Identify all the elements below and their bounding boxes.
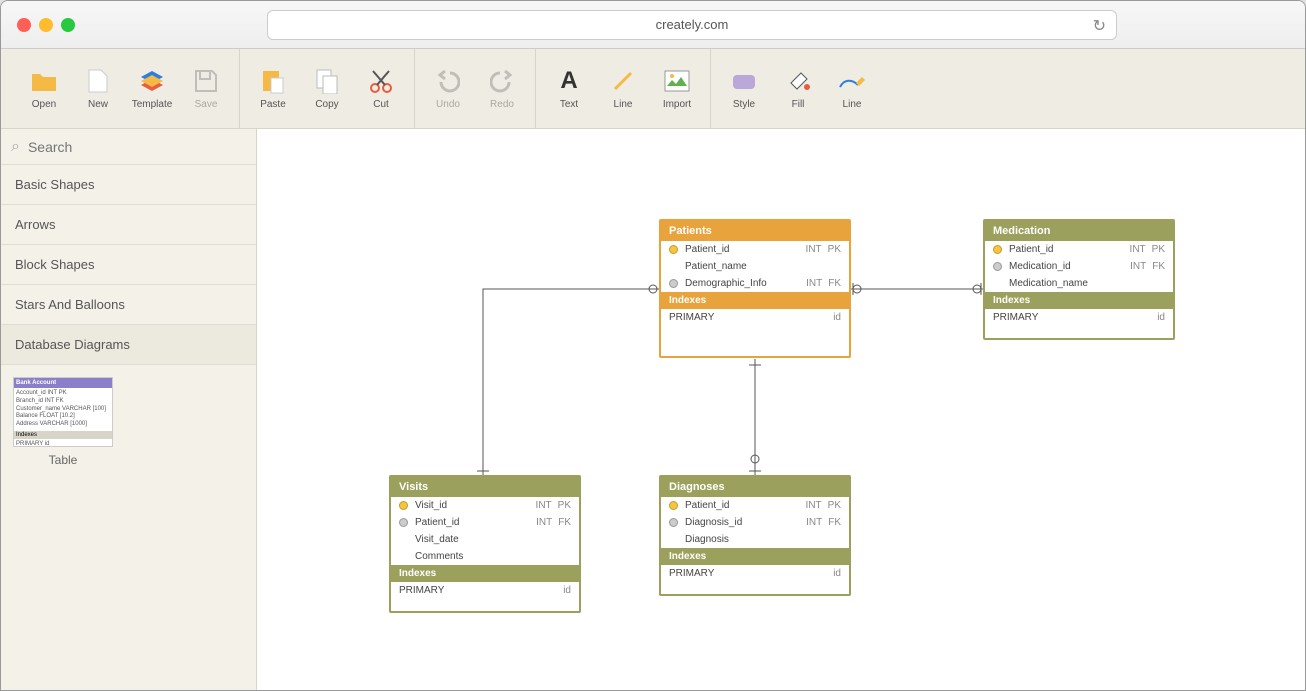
shape-thumb-label: Table: [13, 453, 113, 467]
toolbar: Open New Template Save Paste Copy Cut Un…: [1, 49, 1305, 129]
style-button[interactable]: Style: [717, 59, 771, 119]
import-button[interactable]: Import: [650, 59, 704, 119]
sidebar: ⌕ Basic Shapes Arrows Block Shapes Stars…: [1, 129, 257, 690]
field-row: Medication_idINTFK: [985, 258, 1173, 275]
sidebar-item-block-shapes[interactable]: Block Shapes: [1, 245, 256, 285]
address-bar-wrap: creately.com ↻: [95, 10, 1289, 40]
undo-button[interactable]: Undo: [421, 59, 475, 119]
app-window: creately.com ↻ Open New Template Save Pa…: [0, 0, 1306, 691]
text-button[interactable]: AText: [542, 59, 596, 119]
open-button[interactable]: Open: [17, 59, 71, 119]
entity-visits[interactable]: Visits Visit_idINTPKPatient_idINTFKVisit…: [389, 475, 581, 613]
save-icon: [192, 67, 220, 95]
canvas[interactable]: Patients Patient_idINTPKPatient_nameDemo…: [257, 129, 1305, 690]
search-icon: ⌕: [11, 138, 20, 156]
new-file-icon: [84, 67, 112, 95]
field-row: Comments: [391, 548, 579, 565]
field-row: Patient_idINTPK: [985, 241, 1173, 258]
line-icon: [609, 67, 637, 95]
search-input[interactable]: [28, 139, 246, 155]
undo-icon: [434, 67, 462, 95]
text-icon: A: [555, 67, 583, 95]
entity-diagnoses[interactable]: Diagnoses Patient_idINTPKDiagnosis_idINT…: [659, 475, 851, 596]
sidebar-item-database-diagrams[interactable]: Database Diagrams: [1, 325, 256, 365]
index-row: PRIMARYid: [661, 565, 849, 582]
fill-icon: [784, 67, 812, 95]
shape-thumb-table[interactable]: Bank Account Account_id INT PK Branch_id…: [13, 377, 113, 447]
sidebar-item-arrows[interactable]: Arrows: [1, 205, 256, 245]
url-text: creately.com: [656, 17, 729, 32]
field-row: Diagnosis_idINTFK: [661, 514, 849, 531]
line-tool-button[interactable]: Line: [596, 59, 650, 119]
field-row: Visit_date: [391, 531, 579, 548]
redo-button[interactable]: Redo: [475, 59, 529, 119]
new-button[interactable]: New: [71, 59, 125, 119]
titlebar: creately.com ↻: [1, 1, 1305, 49]
shape-palette: Bank Account Account_id INT PK Branch_id…: [1, 365, 256, 479]
field-row: Visit_idINTPK: [391, 497, 579, 514]
folder-icon: [30, 67, 58, 95]
field-row: Patient_idINTFK: [391, 514, 579, 531]
template-button[interactable]: Template: [125, 59, 179, 119]
paste-icon: [259, 67, 287, 95]
reload-icon[interactable]: ↻: [1093, 16, 1106, 36]
index-row: PRIMARYid: [985, 309, 1173, 326]
copy-icon: [313, 67, 341, 95]
fill-button[interactable]: Fill: [771, 59, 825, 119]
index-row: PRIMARYid: [391, 582, 579, 599]
field-row: Diagnosis: [661, 531, 849, 548]
save-button[interactable]: Save: [179, 59, 233, 119]
maximize-window-button[interactable]: [61, 18, 75, 32]
cut-icon: [367, 67, 395, 95]
field-row: Demographic_InfoINTFK: [661, 275, 849, 292]
sidebar-item-stars-balloons[interactable]: Stars And Balloons: [1, 285, 256, 325]
search-row: ⌕: [1, 129, 256, 165]
template-icon: [138, 67, 166, 95]
minimize-window-button[interactable]: [39, 18, 53, 32]
close-window-button[interactable]: [17, 18, 31, 32]
copy-button[interactable]: Copy: [300, 59, 354, 119]
redo-icon: [488, 67, 516, 95]
window-controls: [17, 18, 75, 32]
field-row: Patient_idINTPK: [661, 497, 849, 514]
style-icon: [730, 67, 758, 95]
entity-patients[interactable]: Patients Patient_idINTPKPatient_nameDemo…: [659, 219, 851, 358]
paste-button[interactable]: Paste: [246, 59, 300, 119]
import-icon: [663, 67, 691, 95]
field-row: Patient_idINTPK: [661, 241, 849, 258]
index-row: PRIMARYid: [661, 309, 849, 326]
entity-medication[interactable]: Medication Patient_idINTPKMedication_idI…: [983, 219, 1175, 340]
field-row: Medication_name: [985, 275, 1173, 292]
cut-button[interactable]: Cut: [354, 59, 408, 119]
field-row: Patient_name: [661, 258, 849, 275]
line-style-button[interactable]: Line: [825, 59, 879, 119]
line-pencil-icon: [838, 67, 866, 95]
sidebar-item-basic-shapes[interactable]: Basic Shapes: [1, 165, 256, 205]
address-bar[interactable]: creately.com ↻: [267, 10, 1117, 40]
